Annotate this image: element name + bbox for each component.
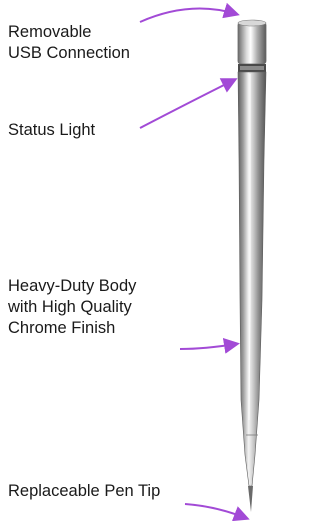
- arrow-body: [179, 338, 240, 354]
- pen-tip: [248, 486, 253, 512]
- label-status-light: Status Light: [8, 121, 96, 139]
- pen-body: [237, 71, 267, 487]
- arrow-usb: [139, 2, 240, 23]
- usb-cap: [237, 19, 267, 65]
- arrow-pen-tip: [184, 503, 250, 521]
- arrow-status: [139, 78, 238, 129]
- pen-diagram: Removable USB Connection Status Light He…: [0, 0, 272, 521]
- label-usb-connection: Removable USB Connection: [8, 23, 130, 62]
- label-body-finish: Heavy-Duty Body with High Quality Chrome…: [8, 277, 137, 337]
- status-light-band: [238, 64, 266, 72]
- label-pen-tip: Replaceable Pen Tip: [8, 482, 161, 500]
- pen-illustration: [139, 2, 267, 521]
